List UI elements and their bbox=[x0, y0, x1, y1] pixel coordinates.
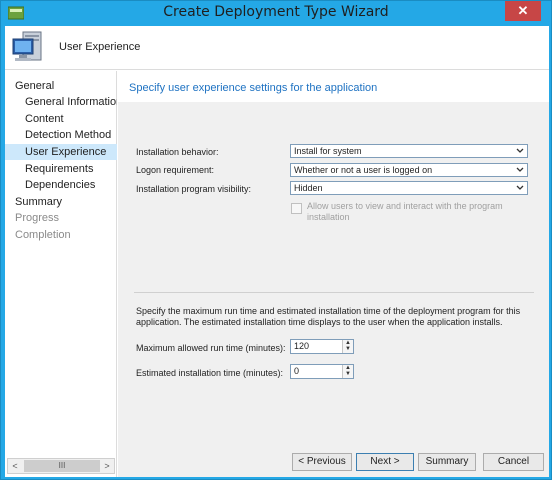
wizard-navigation: General General Information Content Dete… bbox=[5, 71, 117, 477]
main-heading: Specify user experience settings for the… bbox=[129, 82, 378, 94]
program-visibility-dropdown[interactable]: Hidden bbox=[290, 181, 528, 195]
computer-icon bbox=[12, 31, 42, 61]
stepper-buttons[interactable]: ▲ ▼ bbox=[342, 365, 353, 378]
max-run-time-stepper[interactable]: 120 ▲ ▼ bbox=[290, 339, 354, 354]
window-title: Create Deployment Type Wizard bbox=[163, 4, 389, 20]
nav-item-content[interactable]: Content bbox=[5, 111, 117, 127]
page-header: User Experience bbox=[5, 26, 549, 70]
scroll-thumb[interactable]: III bbox=[24, 460, 100, 472]
program-visibility-value: Hidden bbox=[294, 183, 323, 193]
est-install-time-value: 0 bbox=[294, 366, 300, 376]
chevron-down-icon bbox=[516, 167, 524, 172]
installation-behavior-label: Installation behavior: bbox=[136, 147, 219, 157]
title-bar[interactable]: Create Deployment Type Wizard ✕ bbox=[1, 1, 551, 26]
main-panel: Specify user experience settings for the… bbox=[118, 71, 549, 477]
installation-behavior-value: Install for system bbox=[294, 146, 362, 156]
installation-behavior-dropdown[interactable]: Install for system bbox=[290, 144, 528, 158]
max-run-time-label: Maximum allowed run time (minutes): bbox=[136, 343, 286, 353]
chevron-down-icon bbox=[516, 148, 524, 153]
allow-interact-label: Allow users to view and interact with th… bbox=[307, 201, 503, 222]
chevron-down-icon bbox=[516, 185, 524, 190]
nav-item-detection-method[interactable]: Detection Method bbox=[5, 127, 117, 143]
logon-requirement-label: Logon requirement: bbox=[136, 165, 215, 175]
nav-item-summary[interactable]: Summary bbox=[5, 194, 117, 210]
summary-button[interactable]: Summary bbox=[418, 453, 476, 471]
wizard-footer: < Previous Next > Summary Cancel bbox=[118, 446, 549, 477]
logon-requirement-value: Whether or not a user is logged on bbox=[294, 165, 433, 175]
next-button[interactable]: Next > bbox=[356, 453, 414, 471]
settings-area: Installation behavior: Install for syste… bbox=[118, 102, 549, 477]
nav-item-general[interactable]: General bbox=[5, 78, 117, 94]
nav-item-progress: Progress bbox=[15, 212, 60, 224]
previous-button[interactable]: < Previous bbox=[292, 453, 352, 471]
nav-item-user-experience[interactable]: User Experience bbox=[5, 144, 117, 160]
scroll-left-icon[interactable]: < bbox=[8, 459, 22, 473]
sidebar-horizontal-scrollbar[interactable]: < III > bbox=[7, 458, 115, 474]
wizard-client-area: User Experience General General Informat… bbox=[5, 26, 549, 477]
nav-item-completion: Completion bbox=[15, 229, 71, 241]
est-install-time-stepper[interactable]: 0 ▲ ▼ bbox=[290, 364, 354, 379]
program-visibility-label: Installation program visibility: bbox=[136, 184, 252, 194]
logon-requirement-dropdown[interactable]: Whether or not a user is logged on bbox=[290, 163, 528, 177]
allow-interact-checkbox bbox=[291, 203, 302, 214]
nav-item-requirements[interactable]: Requirements bbox=[5, 161, 117, 177]
wizard-window: Create Deployment Type Wizard ✕ User Exp… bbox=[0, 0, 552, 480]
scroll-right-icon[interactable]: > bbox=[100, 459, 114, 473]
est-install-time-label: Estimated installation time (minutes): bbox=[136, 368, 284, 378]
spin-down-icon[interactable]: ▼ bbox=[343, 346, 353, 352]
nav-item-dependencies[interactable]: Dependencies bbox=[5, 177, 117, 193]
spin-down-icon[interactable]: ▼ bbox=[343, 371, 353, 377]
close-button[interactable]: ✕ bbox=[505, 1, 541, 21]
max-run-time-value: 120 bbox=[294, 341, 310, 351]
section-divider bbox=[134, 292, 534, 293]
stepper-buttons[interactable]: ▲ ▼ bbox=[342, 340, 353, 353]
run-time-description: Specify the maximum run time and estimat… bbox=[136, 306, 521, 327]
cancel-button[interactable]: Cancel bbox=[483, 453, 544, 471]
page-title: User Experience bbox=[59, 41, 141, 53]
nav-item-general-information[interactable]: General Information bbox=[5, 94, 117, 110]
